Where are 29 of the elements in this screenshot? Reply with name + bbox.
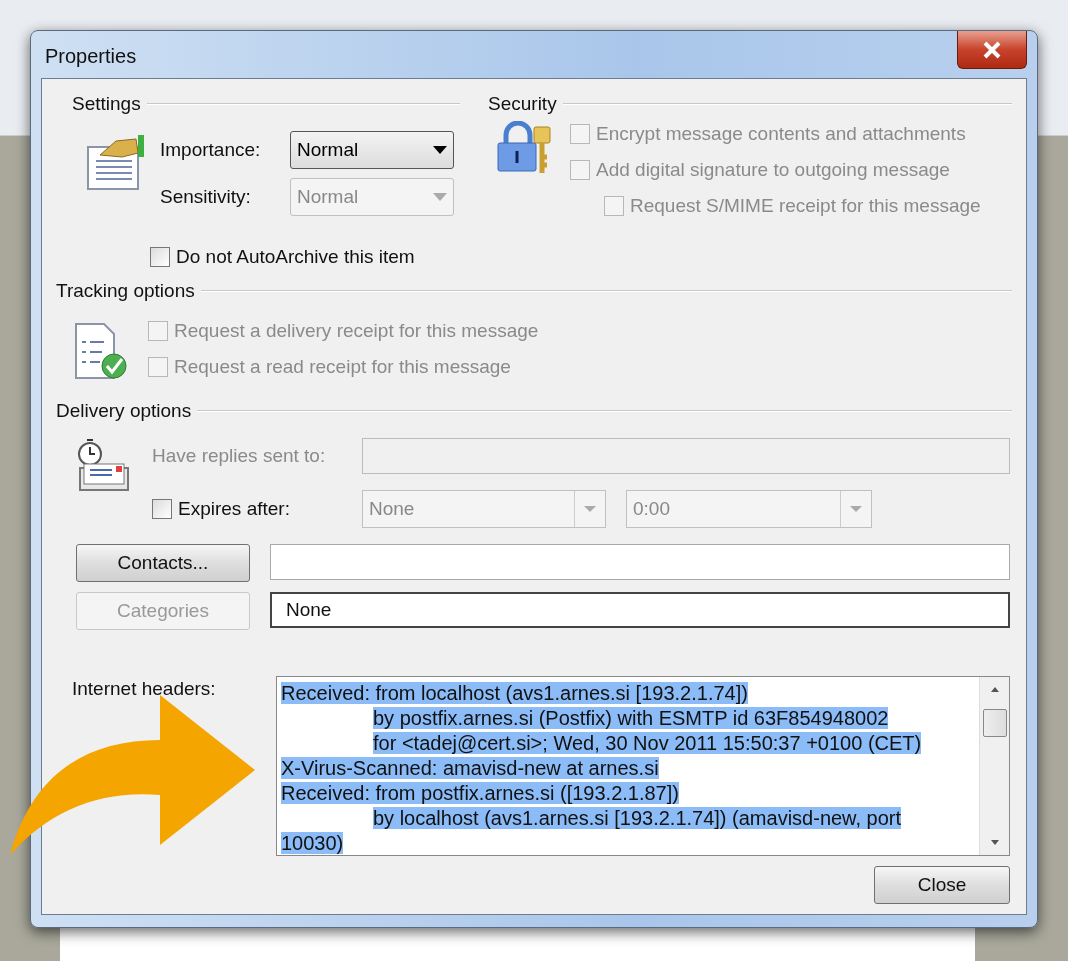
close-button[interactable]: Close — [874, 866, 1010, 904]
scroll-down-icon[interactable] — [989, 839, 1000, 847]
sensitivity-label: Sensitivity: — [160, 186, 252, 208]
checkbox-label: Add digital signature to outgoing message — [596, 159, 950, 181]
checkbox-label: Encrypt message contents and attachments — [596, 123, 966, 145]
replies-label: Have replies sent to: — [152, 445, 327, 467]
document-hand-icon — [86, 135, 146, 191]
checkbox-label: Expires after: — [178, 498, 290, 520]
checkbox[interactable] — [150, 247, 170, 267]
checklist-icon — [74, 322, 130, 382]
section-title: Security — [488, 93, 557, 115]
checkbox-label: Do not AutoArchive this item — [176, 246, 415, 268]
section-title: Tracking options — [56, 280, 195, 302]
scroll-up-icon[interactable] — [989, 685, 1000, 693]
contacts-button[interactable]: Contacts... — [76, 544, 250, 582]
headers-label: Internet headers: — [72, 678, 217, 700]
section-title: Delivery options — [56, 400, 192, 422]
scrollbar[interactable] — [979, 677, 1009, 855]
window-title: Properties — [45, 45, 137, 68]
checkbox-label: Request S/MIME receipt for this message — [630, 195, 981, 217]
checkbox-label: Request a delivery receipt for this message — [174, 320, 539, 342]
contacts-field[interactable] — [270, 544, 1010, 580]
importance-dropdown[interactable]: Normal — [290, 131, 454, 169]
section-title: Settings — [72, 93, 141, 115]
scroll-thumb[interactable] — [982, 709, 1007, 737]
headers-text-area[interactable] — [276, 676, 1010, 856]
importance-label: Importance: — [160, 139, 262, 161]
close-icon[interactable] — [957, 31, 1027, 69]
checkbox-label: Request a read receipt for this message — [174, 356, 511, 378]
